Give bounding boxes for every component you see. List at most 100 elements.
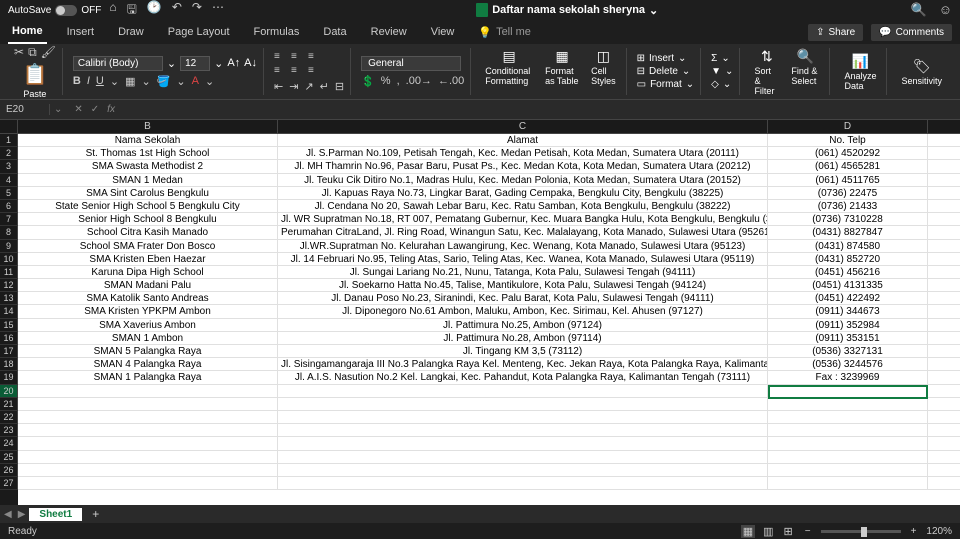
cell[interactable]: SMAN 5 Palangka Raya bbox=[18, 345, 278, 358]
cell[interactable]: Jl. A.I.S. Nasution No.2 Kel. Langkai, K… bbox=[278, 371, 768, 384]
cell[interactable]: SMA Kristen Eben Haezar bbox=[18, 253, 278, 266]
row-header-27[interactable]: 27 bbox=[0, 477, 18, 490]
cell[interactable]: (0451) 422492 bbox=[768, 292, 928, 305]
cell[interactable] bbox=[18, 398, 278, 411]
col-header-b[interactable]: B bbox=[18, 120, 278, 134]
bold-button[interactable]: B bbox=[73, 75, 81, 87]
cell[interactable]: Jl. S.Parman No.109, Petisah Tengah, Kec… bbox=[278, 147, 768, 160]
row-header-3[interactable]: 3 bbox=[0, 160, 18, 173]
analyze-data-button[interactable]: 📊 Analyze Data bbox=[840, 53, 880, 91]
row-header-5[interactable]: 5 bbox=[0, 187, 18, 200]
cell[interactable] bbox=[278, 451, 768, 464]
cell[interactable] bbox=[18, 385, 278, 398]
row-header-23[interactable]: 23 bbox=[0, 424, 18, 437]
share-button[interactable]: ⇪ Share bbox=[808, 24, 863, 41]
sheet-tab-1[interactable]: Sheet1 bbox=[29, 508, 82, 521]
align-bottom-icon[interactable]: ≡ bbox=[308, 51, 322, 62]
row-header-16[interactable]: 16 bbox=[0, 332, 18, 345]
tab-insert[interactable]: Insert bbox=[63, 20, 99, 44]
comments-button[interactable]: 💬 Comments bbox=[871, 24, 952, 41]
cell[interactable]: SMAN 1 Palangka Raya bbox=[18, 371, 278, 384]
cell[interactable]: Jl. Teuku Cik Ditiro No.1, Madras Hulu, … bbox=[278, 174, 768, 187]
row-header-21[interactable]: 21 bbox=[0, 398, 18, 411]
cell[interactable] bbox=[768, 437, 928, 450]
next-sheet-icon[interactable]: ▶ bbox=[18, 509, 26, 520]
tab-formulas[interactable]: Formulas bbox=[250, 20, 304, 44]
cell[interactable] bbox=[768, 411, 928, 424]
clear-button[interactable]: ◇ ⌄ bbox=[711, 78, 733, 91]
save-icon[interactable]: 🖫 bbox=[127, 0, 137, 21]
tab-review[interactable]: Review bbox=[367, 20, 411, 44]
cell[interactable] bbox=[18, 424, 278, 437]
cell[interactable]: SMA Xaverius Ambon bbox=[18, 319, 278, 332]
align-middle-icon[interactable]: ≡ bbox=[291, 51, 305, 62]
row-header-4[interactable]: 4 bbox=[0, 174, 18, 187]
row-header-1[interactable]: 1 bbox=[0, 134, 18, 147]
orientation-icon[interactable]: ↗ bbox=[304, 80, 313, 93]
row-header-22[interactable]: 22 bbox=[0, 411, 18, 424]
undo-icon[interactable]: ↶ bbox=[172, 0, 182, 21]
header-nama-sekolah[interactable]: Nama Sekolah bbox=[18, 134, 278, 147]
cell[interactable]: Fax : 3239969 bbox=[768, 371, 928, 384]
tab-view[interactable]: View bbox=[427, 20, 459, 44]
cell-styles-button[interactable]: ◫ Cell Styles bbox=[587, 48, 620, 95]
paste-icon[interactable]: 📋 bbox=[22, 62, 47, 87]
view-normal-icon[interactable]: ▦ bbox=[741, 525, 755, 538]
increase-font-icon[interactable]: A↑ bbox=[227, 57, 240, 69]
cell[interactable]: Perumahan CitraLand, Jl. Ring Road, Wina… bbox=[278, 226, 768, 239]
cell[interactable]: Jl. Danau Poso No.23, Siranindi, Kec. Pa… bbox=[278, 292, 768, 305]
cell[interactable]: Jl. WR Supratman No.18, RT 007, Pematang… bbox=[278, 213, 768, 226]
view-page-layout-icon[interactable]: ▥ bbox=[761, 525, 775, 538]
cell[interactable]: SMAN 1 Ambon bbox=[18, 332, 278, 345]
border-button[interactable]: ▦ bbox=[125, 75, 135, 88]
row-header-8[interactable]: 8 bbox=[0, 226, 18, 239]
search-icon[interactable]: 🔍 bbox=[911, 2, 927, 18]
cancel-formula-icon[interactable]: ✕ bbox=[74, 104, 82, 115]
cell[interactable]: Jl. Kapuas Raya No.73, Lingkar Barat, Ga… bbox=[278, 187, 768, 200]
increase-indent-icon[interactable]: ⇥ bbox=[289, 80, 298, 93]
col-header-c[interactable]: C bbox=[278, 120, 768, 134]
align-center-icon[interactable]: ≡ bbox=[291, 65, 305, 76]
view-page-break-icon[interactable]: ⊞ bbox=[782, 525, 795, 538]
cell[interactable]: SMA Kristen YPKPM Ambon bbox=[18, 305, 278, 318]
cell[interactable]: School Citra Kasih Manado bbox=[18, 226, 278, 239]
row-header-18[interactable]: 18 bbox=[0, 358, 18, 371]
zoom-in-button[interactable]: + bbox=[911, 526, 917, 537]
row-header-7[interactable]: 7 bbox=[0, 213, 18, 226]
cell[interactable]: SMAN 1 Medan bbox=[18, 174, 278, 187]
cell[interactable]: (0431) 874580 bbox=[768, 240, 928, 253]
col-header-d[interactable]: D bbox=[768, 120, 928, 134]
select-all-corner[interactable] bbox=[0, 120, 18, 134]
decrease-decimal-icon[interactable]: ←.00 bbox=[438, 75, 464, 87]
format-painter-icon[interactable]: 🖌 bbox=[41, 45, 56, 60]
cell[interactable] bbox=[18, 437, 278, 450]
decrease-indent-icon[interactable]: ⇤ bbox=[274, 80, 283, 93]
cell[interactable] bbox=[278, 464, 768, 477]
insert-cells-button[interactable]: ⊞Insert ⌄ bbox=[637, 52, 695, 65]
prev-sheet-icon[interactable]: ◀ bbox=[4, 509, 12, 520]
align-right-icon[interactable]: ≡ bbox=[308, 65, 322, 76]
cell[interactable]: Karuna Dipa High School bbox=[18, 266, 278, 279]
tab-home[interactable]: Home bbox=[8, 20, 47, 44]
history-icon[interactable]: 🕑 bbox=[147, 0, 162, 21]
header-alamat[interactable]: Alamat bbox=[278, 134, 768, 147]
tab-page-layout[interactable]: Page Layout bbox=[164, 20, 234, 44]
cell[interactable]: Jl. MH Thamrin No.96, Pasar Baru, Pusat … bbox=[278, 160, 768, 173]
format-as-table-button[interactable]: ▦ Format as Table bbox=[541, 48, 583, 95]
merge-icon[interactable]: ⊟ bbox=[335, 80, 344, 93]
row-header-20[interactable]: 20 bbox=[0, 385, 18, 398]
format-cells-button[interactable]: ▭Format ⌄ bbox=[637, 78, 695, 91]
percent-icon[interactable]: % bbox=[381, 75, 391, 87]
cell[interactable]: (0431) 852720 bbox=[768, 253, 928, 266]
add-sheet-button[interactable]: + bbox=[86, 507, 105, 521]
row-header-12[interactable]: 12 bbox=[0, 279, 18, 292]
cell[interactable]: SMA Sint Carolus Bengkulu bbox=[18, 187, 278, 200]
name-box[interactable]: E20 bbox=[0, 104, 50, 115]
row-header-10[interactable]: 10 bbox=[0, 253, 18, 266]
cell[interactable]: St. Thomas 1st High School bbox=[18, 147, 278, 160]
enter-formula-icon[interactable]: ✓ bbox=[91, 104, 99, 115]
doc-title[interactable]: Daftar nama sekolah sheryna ⌄ bbox=[476, 3, 658, 17]
row-header-15[interactable]: 15 bbox=[0, 319, 18, 332]
fill-button[interactable]: ▼ ⌄ bbox=[711, 65, 733, 78]
cell[interactable]: (0536) 3244576 bbox=[768, 358, 928, 371]
